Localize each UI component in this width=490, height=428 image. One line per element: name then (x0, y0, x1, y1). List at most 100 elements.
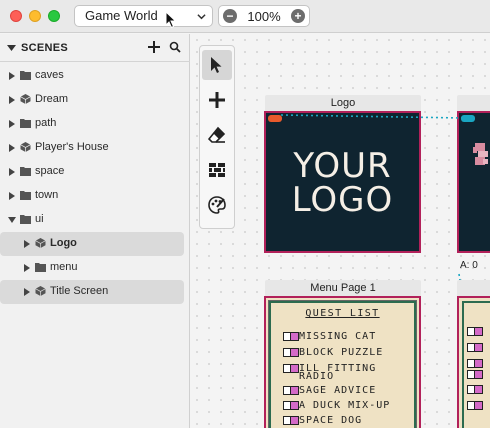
scene-label-partial-menu[interactable] (457, 280, 490, 296)
checkbox-icon (467, 370, 483, 379)
tree-item-label: Logo (50, 237, 77, 249)
expand-arrow-icon[interactable] (9, 72, 15, 80)
checkbox-icon (467, 359, 483, 368)
folder-icon (20, 215, 31, 224)
character-sprite-icon (473, 143, 488, 165)
tree-item-label: Player's House (35, 141, 109, 153)
scene-icon (20, 94, 31, 104)
add-tool[interactable] (202, 85, 232, 115)
expand-arrow-icon[interactable] (9, 120, 15, 128)
tree-item-players-house[interactable]: Player's House (0, 136, 190, 160)
checkbox-icon (283, 348, 299, 357)
zoom-out-button[interactable]: − (223, 9, 237, 23)
logo-line-1: YOUR (293, 146, 392, 186)
search-icon[interactable] (169, 41, 181, 53)
scene-tree: caves Dream path Player's House space to… (0, 64, 190, 304)
eraser-icon (208, 126, 226, 143)
folder-icon (20, 191, 31, 200)
expand-arrow-icon[interactable] (24, 240, 30, 248)
collapse-arrow-icon[interactable] (8, 217, 16, 223)
tree-item-label: menu (50, 261, 78, 273)
scene-icon (35, 286, 46, 296)
tree-item-menu[interactable]: menu (0, 256, 190, 280)
quest-item: SPACE DOG (299, 415, 363, 426)
quest-item: A DUCK MIX-UP (299, 400, 391, 411)
expand-arrow-icon[interactable] (24, 264, 30, 272)
maximize-window-button[interactable] (48, 10, 60, 22)
scene-title-screen-partial[interactable] (457, 111, 490, 253)
expand-arrow-icon[interactable] (9, 96, 15, 104)
scenes-title: SCENES (21, 42, 69, 54)
folder-icon (20, 119, 31, 128)
tree-item-title-screen[interactable]: Title Screen (0, 280, 184, 304)
checkbox-icon (467, 385, 483, 394)
tree-item-label: ui (35, 213, 44, 225)
tree-item-label: path (35, 117, 57, 129)
scene-menu-partial[interactable] (457, 296, 490, 428)
scene-logo[interactable]: YOUR LOGO (264, 111, 421, 253)
tree-item-ui[interactable]: ui (0, 208, 190, 232)
tree-item-dream[interactable]: Dream (0, 88, 190, 112)
collapse-caret-icon[interactable] (7, 44, 16, 52)
plus-icon (209, 92, 225, 108)
tree-item-town[interactable]: town (0, 184, 190, 208)
menu-border: QUEST LIST MISSING CAT BLOCK PUZZLE ILL … (268, 300, 417, 428)
tree-item-space[interactable]: space (0, 160, 190, 184)
select-tool[interactable] (202, 50, 232, 80)
scene-label-menu-page-1[interactable]: Menu Page 1 (265, 280, 421, 296)
paint-tool[interactable] (202, 190, 232, 220)
quest-item: BLOCK PUZZLE (299, 347, 384, 358)
expand-arrow-icon[interactable] (9, 144, 15, 152)
zoom-level: 100% (247, 9, 281, 24)
chevron-down-icon (197, 14, 206, 20)
pointer-icon (211, 57, 222, 73)
mouse-cursor-icon (165, 11, 177, 29)
expand-arrow-icon[interactable] (9, 168, 15, 176)
expand-arrow-icon[interactable] (24, 288, 30, 296)
project-select-label: Game World (85, 8, 158, 23)
tree-item-label: Dream (35, 93, 69, 105)
checkbox-icon (467, 327, 483, 336)
tree-item-label: Title Screen (50, 285, 109, 297)
scene-label-partial[interactable] (457, 95, 490, 111)
tree-item-label: caves (35, 69, 64, 81)
collision-tool[interactable] (202, 155, 232, 185)
scenes-header: SCENES (0, 34, 190, 62)
checkbox-icon (283, 386, 299, 395)
logo-line-2: LOGO (291, 180, 394, 220)
project-select[interactable]: Game World (74, 5, 213, 27)
close-window-button[interactable] (10, 10, 22, 22)
scene-menu-page-1[interactable]: QUEST LIST MISSING CAT BLOCK PUZZLE ILL … (264, 296, 421, 428)
tree-item-logo[interactable]: Logo (0, 232, 184, 256)
palette-icon (208, 196, 226, 214)
zoom-in-button[interactable]: + (291, 9, 305, 23)
expand-arrow-icon[interactable] (9, 192, 15, 200)
tool-palette (199, 45, 235, 229)
quest-item: MISSING CAT (299, 331, 377, 342)
scene-label-logo[interactable]: Logo (265, 95, 421, 111)
tree-item-caves[interactable]: caves (0, 64, 190, 88)
add-scene-icon[interactable] (148, 41, 160, 53)
actor-count-label: A: 0 (460, 260, 478, 271)
tree-item-path[interactable]: path (0, 112, 190, 136)
brick-wall-icon (209, 163, 225, 177)
scene-badge-icon (461, 115, 475, 122)
checkbox-icon (467, 401, 483, 410)
checkbox-icon (283, 364, 299, 373)
scene-icon (20, 142, 31, 152)
checkbox-icon (283, 416, 299, 425)
checkbox-icon (467, 343, 483, 352)
checkbox-icon (283, 401, 299, 410)
tree-item-label: town (35, 189, 59, 201)
checkbox-icon (283, 332, 299, 341)
world-canvas[interactable]: Logo YOUR LOGO A: 0 Menu Page 1 QUEST LI… (191, 34, 490, 428)
tree-item-label: space (35, 165, 65, 177)
zoom-control: − 100% + (218, 5, 310, 27)
folder-icon (20, 167, 31, 176)
scenes-sidebar: SCENES caves Dream path Player's House s… (0, 34, 190, 428)
eraser-tool[interactable] (202, 120, 232, 150)
folder-icon (35, 263, 46, 272)
quest-list-title: QUEST LIST (305, 308, 380, 319)
minimize-window-button[interactable] (29, 10, 41, 22)
scene-icon (35, 238, 46, 248)
